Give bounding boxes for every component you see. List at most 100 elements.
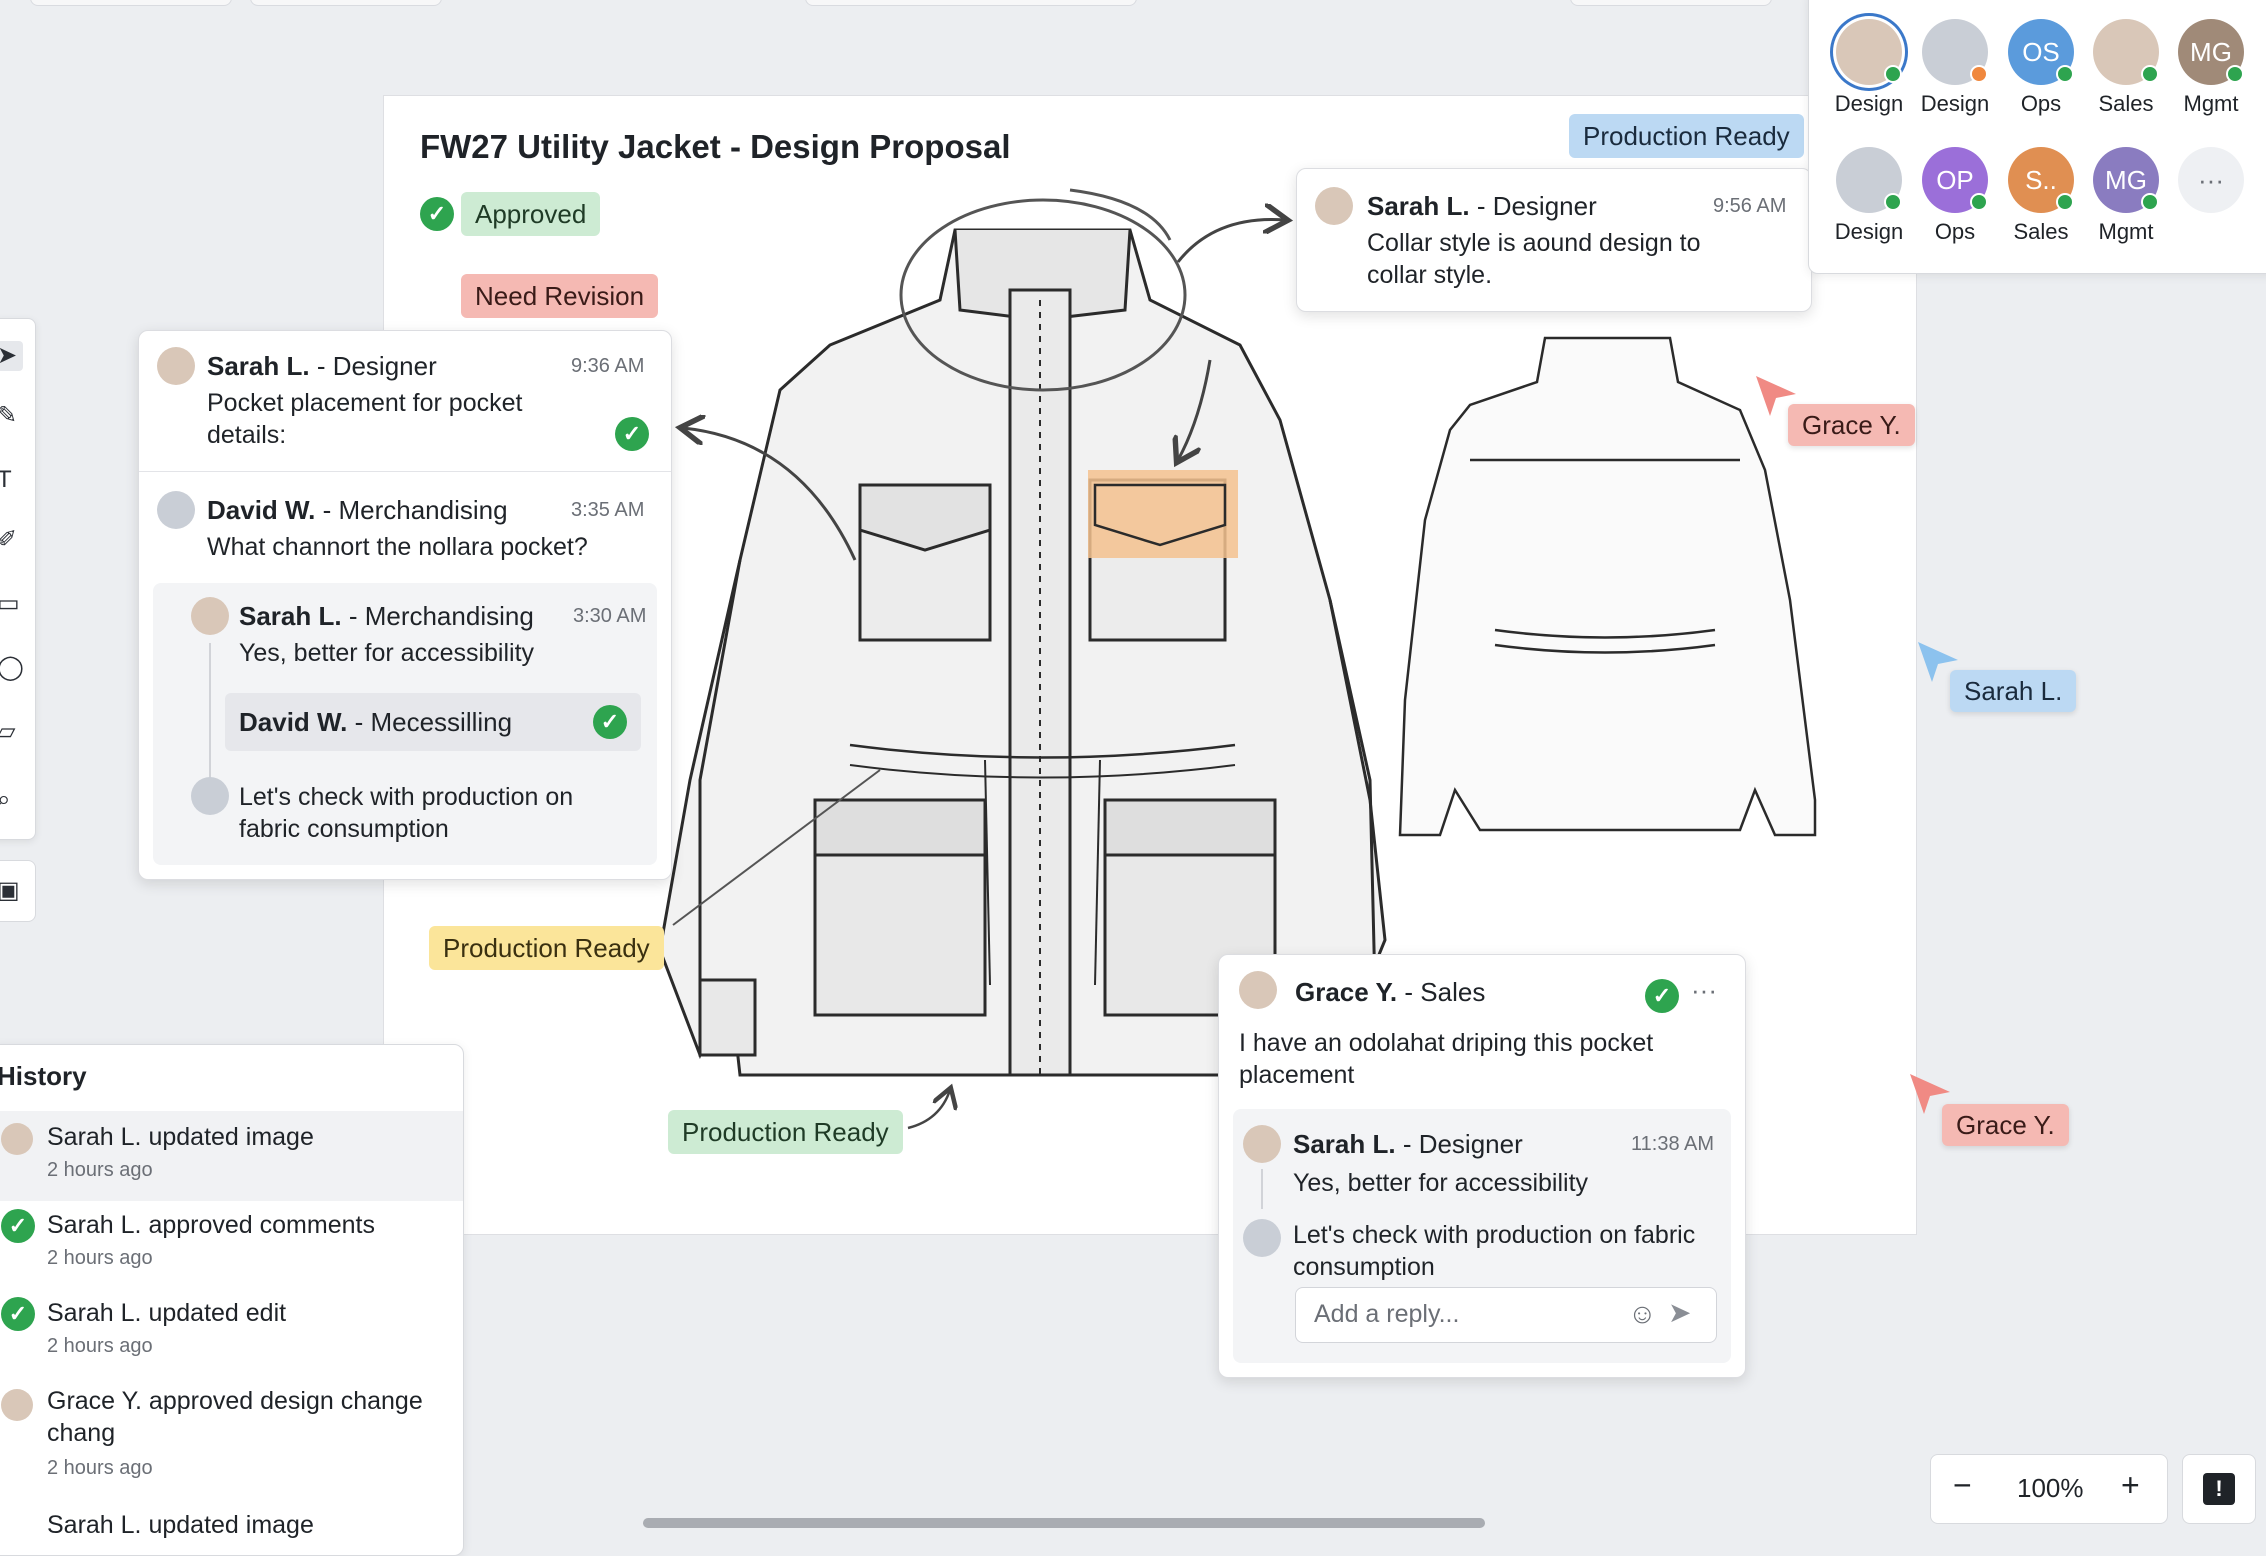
comment-author: Sarah L. - Merchandising [239, 601, 534, 631]
avatar [1, 1389, 33, 1421]
history-item[interactable]: Sarah L. updated image 2 hours ago [0, 1111, 463, 1201]
reply-input[interactable]: Add a reply... ☺ ➤ [1295, 1287, 1717, 1343]
avatar [157, 491, 195, 529]
collaborator-team: Design [1920, 91, 1990, 116]
collaborator-team: Ops [2020, 91, 2062, 116]
comment-thread-left[interactable]: Sarah L. - Designer 9:36 AM Pocket place… [138, 330, 672, 880]
zoom-level[interactable]: 100% [2017, 1473, 2084, 1504]
resolved-check-icon[interactable]: ✓ [593, 705, 627, 739]
history-panel: History Sarah L. updated image 2 hours a… [0, 1044, 464, 1556]
thread-line [209, 643, 211, 793]
collaborator-team: Design [1834, 219, 1904, 244]
tool-sidebar: ➤ ✎ T ✐ ▭ ◯ ▱ ⌕ [0, 318, 36, 840]
approved-tag[interactable]: Approved [461, 192, 601, 236]
cursor-label-grace: Grace Y. [1788, 404, 1915, 446]
collaborator-avatar[interactable]: MG Mgmt [2086, 147, 2166, 245]
help-button[interactable]: ! [2182, 1454, 2256, 1524]
more-icon: ··· [2178, 147, 2244, 213]
avatar [1243, 1219, 1281, 1257]
production-ready-tag[interactable]: Production Ready [1569, 114, 1804, 158]
avatar [1315, 187, 1353, 225]
comment-author: Grace Y. - Sales [1295, 977, 1486, 1007]
need-revision-tag[interactable]: Need Revision [461, 274, 659, 318]
collaborator-avatar[interactable]: OP Ops [1915, 147, 1995, 245]
zoom-in-button[interactable]: + [2121, 1467, 2140, 1504]
comment-author: David W. - Merchandising [207, 495, 508, 525]
comment-time: 11:38 AM [1631, 1133, 1715, 1155]
more-collaborators-button[interactable]: ··· [2171, 147, 2251, 213]
image-tool-icon[interactable]: ▣ [0, 876, 23, 906]
comment-author: Sarah L. - Designer [1367, 191, 1597, 221]
comment-thread-bottom[interactable]: Grace Y. - Sales ✓ ··· I have an odolaha… [1218, 954, 1746, 1378]
avatar [2093, 19, 2159, 85]
collaborator-avatar[interactable]: Sales [2086, 19, 2166, 117]
history-time: 2 hours ago [47, 1159, 153, 1181]
resolved-check-icon[interactable]: ✓ [1645, 979, 1679, 1013]
comment-time: 9:36 AM [571, 355, 645, 377]
avatar [1922, 19, 1988, 85]
comment-time: 3:35 AM [571, 499, 645, 521]
collaborator-team: Sales [2013, 219, 2069, 244]
history-item[interactable]: Grace Y. approved design change chang 2 … [0, 1377, 463, 1501]
approved-check-icon: ✓ [1, 1297, 35, 1331]
thread-line [1261, 1169, 1263, 1209]
comment-author: Sarah L. - Designer [207, 351, 437, 381]
collaborators-panel: Design Design OS Ops Sales MG Mgmt Desig… [1808, 0, 2266, 274]
collaborator-avatar[interactable]: Design [1829, 147, 1909, 245]
emoji-icon[interactable]: ☺ [1628, 1298, 1657, 1330]
collaborator-avatar[interactable]: Design [1829, 19, 1909, 117]
history-item[interactable]: Sarah L. updated image [0, 1501, 463, 1555]
comment-text: Collar style is aound design to collar s… [1367, 229, 1701, 289]
production-ready-tag[interactable]: Production Ready [668, 1110, 903, 1154]
collaborator-avatar[interactable]: Design [1915, 19, 1995, 117]
brush-tool-icon[interactable]: ✎ [0, 401, 23, 431]
image-tool-panel: ▣ [0, 860, 36, 922]
avatar [1836, 19, 1902, 85]
collaborator-avatar[interactable]: MG Mgmt [2171, 19, 2251, 117]
history-text: Grace Y. approved design change chang [47, 1387, 423, 1447]
resolved-check-icon[interactable]: ✓ [615, 417, 649, 451]
reply-thread: Sarah L. - Designer 11:38 AM Yes, better… [1233, 1109, 1731, 1363]
avatar [157, 347, 195, 385]
text-tool-icon[interactable]: T [0, 465, 23, 495]
jacket-front [658, 228, 1387, 1077]
comment-author: David W. - Mecessilling [239, 707, 513, 737]
horizontal-scrollbar[interactable] [643, 1518, 1485, 1528]
collaborator-avatar[interactable]: S.. Sales [2001, 147, 2081, 245]
select-tool-icon[interactable]: ➤ [0, 341, 23, 371]
history-text: Sarah L. updated edit [47, 1299, 287, 1327]
shape-tool-icon[interactable]: ◯ [0, 653, 24, 683]
avatar: S.. [2008, 147, 2074, 213]
frame-tool-icon[interactable]: ▭ [0, 589, 23, 619]
avatar [1, 1123, 33, 1155]
comment-text: I have an odolahat driping this pocket p… [1239, 1029, 1654, 1089]
comment-author: Sarah L. - Designer [1293, 1129, 1523, 1159]
zoom-out-button[interactable]: − [1953, 1467, 1972, 1504]
comment-thread-top[interactable]: Sarah L. - Designer 9:56 AM Collar style… [1296, 168, 1812, 312]
comment-time: 3:30 AM [573, 605, 647, 627]
divider [139, 471, 671, 472]
cursor-label-grace: Grace Y. [1942, 1104, 2069, 1146]
history-time: 2 hours ago [47, 1247, 153, 1269]
history-text: Sarah L. approved comments [47, 1211, 375, 1239]
comment-time: 9:56 AM [1713, 195, 1787, 217]
history-text: Sarah L. updated image [47, 1123, 314, 1151]
comment-text: Let's check with production on fabric co… [239, 783, 574, 843]
send-icon[interactable]: ➤ [1668, 1296, 1691, 1329]
pen-tool-icon[interactable]: ✐ [0, 525, 23, 555]
history-time: 2 hours ago [47, 1335, 153, 1357]
avatar [1243, 1125, 1281, 1163]
reply-thread: Sarah L. - Merchandising 3:30 AM Yes, be… [153, 583, 657, 865]
sticky-tool-icon[interactable]: ▱ [0, 717, 23, 747]
collaborator-avatar[interactable]: OS Ops [2001, 19, 2081, 117]
more-options-icon[interactable]: ··· [1691, 975, 1717, 1006]
search-icon[interactable]: ⌕ [0, 785, 23, 815]
collaborator-team: Ops [1934, 219, 1976, 244]
avatar [1836, 147, 1902, 213]
history-text: Sarah L. updated image [47, 1511, 314, 1539]
history-item[interactable]: ✓ Sarah L. updated edit 2 hours ago [0, 1289, 463, 1377]
resolved-reply[interactable]: David W. - Mecessilling ✓ [225, 693, 641, 751]
production-ready-tag[interactable]: Production Ready [429, 926, 664, 970]
history-item[interactable]: ✓ Sarah L. approved comments 2 hours ago [0, 1201, 463, 1289]
comment-text: Pocket placement for pocket details: [207, 389, 523, 449]
